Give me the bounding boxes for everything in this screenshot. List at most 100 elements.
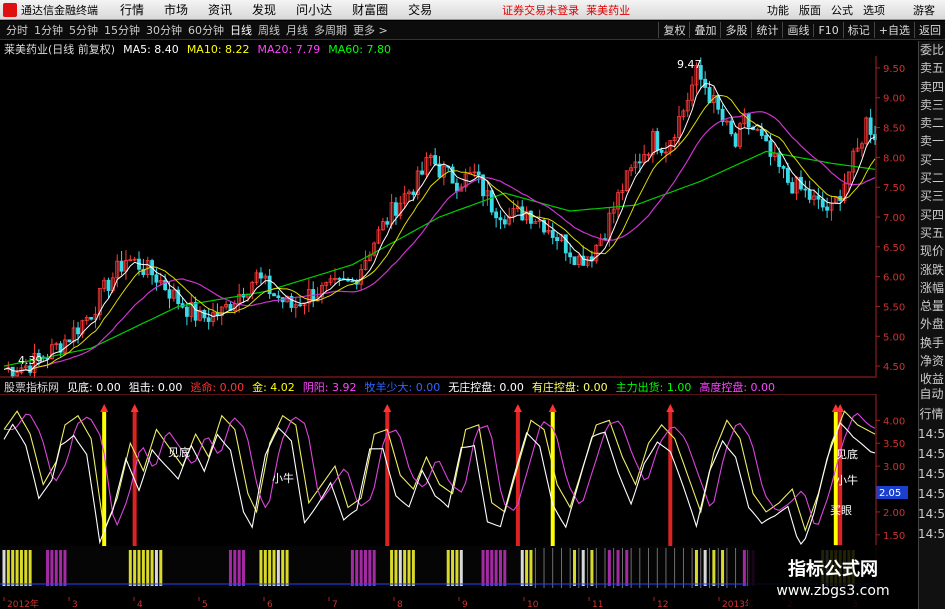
ind-muyang: 牧羊少大: 0.00 xyxy=(364,381,441,394)
candle-body xyxy=(868,117,873,135)
login-alert[interactable]: 证券交易未登录 莱美药业 xyxy=(502,2,630,18)
side-mai4[interactable]: 卖四 xyxy=(919,78,945,96)
btn-fanhui[interactable]: 返回 xyxy=(914,22,945,38)
ma60-label: MA60: 7.80 xyxy=(328,42,391,56)
xtick-label: 3 xyxy=(72,600,78,609)
side-buy5[interactable]: 买五 xyxy=(919,224,945,242)
btn-duogu[interactable]: 多股 xyxy=(720,22,751,38)
main-ytick-label: 5.00 xyxy=(883,332,905,343)
side-xianjia[interactable]: 现价 xyxy=(919,242,945,260)
menu-xuanxiang[interactable]: 选项 xyxy=(863,2,885,18)
btn-fuquan[interactable]: 复权 xyxy=(658,22,689,38)
side-zongliang[interactable]: 总量 xyxy=(919,297,945,315)
tf-multi[interactable]: 多周期 xyxy=(314,22,347,38)
menu-gongshi[interactable]: 公式 xyxy=(831,2,853,18)
candle-body xyxy=(272,293,276,297)
high-price-label: 9.47 xyxy=(677,58,702,71)
xtick-label: 2012年 xyxy=(7,598,39,609)
btn-tongji[interactable]: 统计 xyxy=(751,22,782,38)
main-ytick-label: 8.50 xyxy=(883,124,905,135)
ma10-label: MA10: 8.22 xyxy=(186,42,250,56)
annot-jiandi-2: 见底 xyxy=(836,447,858,461)
candle-body xyxy=(707,87,712,104)
tf-1min[interactable]: 1分钟 xyxy=(34,22,63,38)
menu-zixun[interactable]: 资讯 xyxy=(208,1,232,18)
side-time-4: 14:50 xyxy=(918,487,945,501)
menu-gongneng[interactable]: 功能 xyxy=(767,2,789,18)
side-buy3[interactable]: 买三 xyxy=(919,187,945,205)
candle-body xyxy=(394,202,398,216)
menu-banmian[interactable]: 版面 xyxy=(799,2,821,18)
signal-arrow-icon xyxy=(666,404,675,412)
price-chart[interactable]: 9.50 9.00 8.50 8.00 7.50 7.00 6.50 6.00 5.50 5.00… xyxy=(0,56,918,378)
tf-monthly[interactable]: 月线 xyxy=(286,22,308,38)
menu-jiaoyi[interactable]: 交易 xyxy=(408,1,432,18)
side-jingzi[interactable]: 净资 xyxy=(919,352,945,370)
main-ytick-label: 9.00 xyxy=(883,94,905,105)
xtick-label: 9 xyxy=(462,600,468,609)
xtick-label: 11 xyxy=(592,600,603,609)
main-ytick-label: 7.00 xyxy=(883,213,905,224)
side-zhangdie[interactable]: 涨跌 xyxy=(919,261,945,279)
side-mai3[interactable]: 卖三 xyxy=(919,96,945,114)
candle-body xyxy=(350,280,355,283)
side-mai1[interactable]: 卖一 xyxy=(919,132,945,150)
candle-body xyxy=(777,152,782,167)
side-buy1[interactable]: 买一 xyxy=(919,151,945,169)
annot-xiaoniu-1: 小牛 xyxy=(272,471,294,485)
ma10-line xyxy=(3,94,876,372)
tf-15min[interactable]: 15分钟 xyxy=(104,22,140,38)
indicator-name[interactable]: 股票指标网 xyxy=(4,379,59,395)
menu-wenxiaoda[interactable]: 问小达 xyxy=(296,1,332,18)
candle-body xyxy=(259,272,263,279)
signal-arrow-icon xyxy=(100,404,109,412)
candle-body xyxy=(119,260,124,272)
tf-more[interactable]: 更多 > xyxy=(353,22,388,38)
tf-5min[interactable]: 5分钟 xyxy=(69,22,98,38)
side-auto[interactable]: 自动 xyxy=(918,384,945,404)
side-time-6: 14:50 xyxy=(918,527,945,541)
tf-60min[interactable]: 60分钟 xyxy=(188,22,224,38)
guest-user[interactable]: 游客 xyxy=(913,2,935,18)
candle-body xyxy=(768,140,773,157)
tf-30min[interactable]: 30分钟 xyxy=(146,22,182,38)
btn-diejia[interactable]: 叠加 xyxy=(689,22,720,38)
ma20-label: MA20: 7.79 xyxy=(257,42,321,56)
candle-body xyxy=(572,256,577,266)
tf-weekly[interactable]: 周线 xyxy=(258,22,280,38)
side-waipan[interactable]: 外盘 xyxy=(919,315,945,333)
signal-arrow-icon xyxy=(383,404,392,412)
candle-body xyxy=(659,149,664,153)
side-mai5[interactable]: 卖五 xyxy=(919,59,945,77)
side-huanshou[interactable]: 换手 xyxy=(919,334,945,352)
tf-fenshi[interactable]: 分时 xyxy=(6,22,28,38)
main-ytick-label: 6.00 xyxy=(883,273,905,284)
side-mai2[interactable]: 卖二 xyxy=(919,114,945,132)
candle-body xyxy=(10,366,15,377)
btn-zixuan[interactable]: +自选 xyxy=(873,22,914,38)
main-ytick-label: 9.50 xyxy=(883,64,905,75)
side-buy4[interactable]: 买四 xyxy=(919,206,945,224)
menu-shichang[interactable]: 市场 xyxy=(164,1,188,18)
side-time-3: 14:50 xyxy=(918,467,945,481)
side-buy2[interactable]: 买二 xyxy=(919,169,945,187)
candle-body xyxy=(76,327,80,335)
side-hangqing[interactable]: 行情 xyxy=(918,404,945,424)
title-bar: 通达信金融终端 行情 市场 资讯 发现 问小达 财富圈 交易 证券交易未登录 莱… xyxy=(0,0,945,20)
side-weibi[interactable]: 委比 xyxy=(919,41,945,59)
menu-hangqing[interactable]: 行情 xyxy=(120,1,144,18)
candle-body xyxy=(816,195,821,200)
ind-taoming: 逃命: 0.00 xyxy=(190,381,245,394)
period-toolbar: 分时 1分钟 5分钟 15分钟 30分钟 60分钟 日线 周线 月线 多周期 更… xyxy=(0,21,945,40)
ind-juji: 狙击: 0.00 xyxy=(128,381,183,394)
btn-f10[interactable]: F10 xyxy=(813,23,842,37)
ind-youzhuang: 有庄控盘: 0.00 xyxy=(531,381,608,394)
menu-faxian[interactable]: 发现 xyxy=(252,1,276,18)
xtick-label: 4 xyxy=(137,600,143,609)
tf-daily[interactable]: 日线 xyxy=(230,22,252,38)
btn-biaoji[interactable]: 标记 xyxy=(842,22,874,38)
side-zhangfu[interactable]: 涨幅 xyxy=(919,279,945,297)
btn-huaxian[interactable]: 画线 xyxy=(782,22,813,38)
annot-xiaoniu-2: 小牛 xyxy=(836,473,858,487)
menu-caifuquan[interactable]: 财富圈 xyxy=(352,1,388,18)
